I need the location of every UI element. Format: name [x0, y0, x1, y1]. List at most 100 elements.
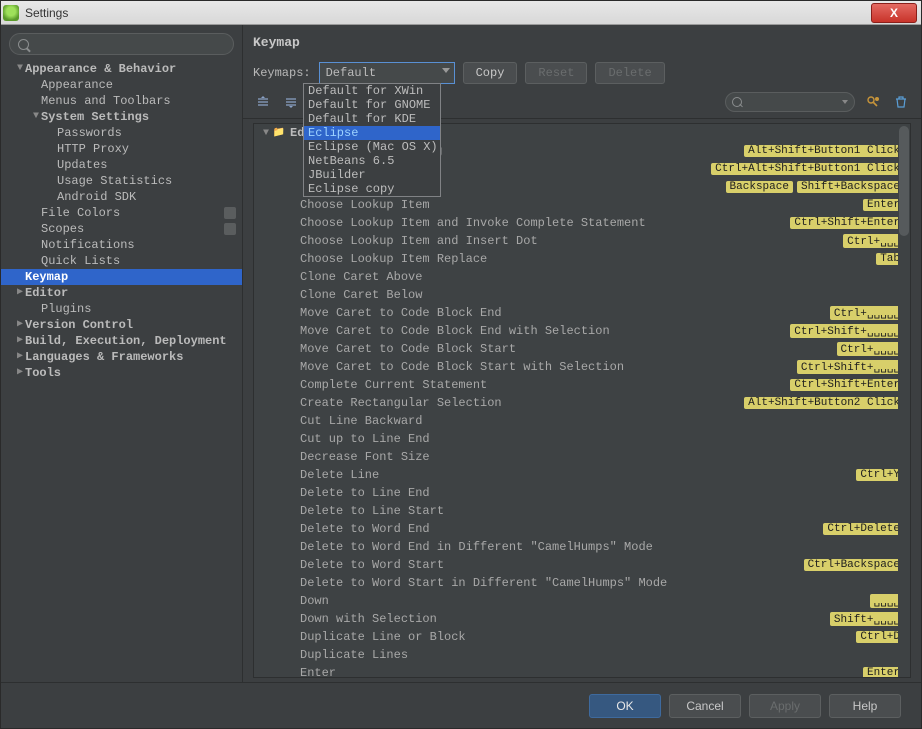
- keymap-option[interactable]: JBuilder: [304, 168, 440, 182]
- tree-arrow-icon: ▶: [15, 333, 25, 349]
- keymap-option[interactable]: Default for GNOME: [304, 98, 440, 112]
- delete-button[interactable]: Delete: [595, 62, 664, 84]
- folder-icon: 📁: [272, 126, 286, 140]
- keymap-option[interactable]: Default for KDE: [304, 112, 440, 126]
- sidebar-item-editor[interactable]: ▶Editor: [1, 285, 242, 301]
- sidebar-item-label: Keymap: [25, 269, 68, 285]
- action-name: Down: [300, 594, 866, 608]
- sidebar-item-label: Usage Statistics: [57, 173, 172, 189]
- keymap-option[interactable]: Default for XWin: [304, 84, 440, 98]
- keymap-action-row[interactable]: Delete to Word EndCtrl+Delete: [254, 520, 910, 538]
- keymap-action-row[interactable]: EnterEnter: [254, 664, 910, 678]
- keymap-action-row[interactable]: Complete Current StatementCtrl+Shift+Ent…: [254, 376, 910, 394]
- sidebar-item-notifications[interactable]: Notifications: [1, 237, 242, 253]
- sidebar-item-label: System Settings: [41, 109, 149, 125]
- keymap-search-input[interactable]: [725, 92, 855, 112]
- sidebar-item-languages-frameworks[interactable]: ▶Languages & Frameworks: [1, 349, 242, 365]
- shortcut-badge: Ctrl+Alt+Shift+Button1 Click: [711, 163, 904, 175]
- scrollbar[interactable]: [898, 124, 910, 677]
- keymap-action-row[interactable]: Choose Lookup ItemEnter: [254, 196, 910, 214]
- keymap-action-row[interactable]: Delete to Word End in Different "CamelHu…: [254, 538, 910, 556]
- keymap-action-row[interactable]: Choose Lookup Item ReplaceTab: [254, 250, 910, 268]
- keymap-action-row[interactable]: Down with SelectionShift+␣␣␣␣: [254, 610, 910, 628]
- sidebar-item-file-colors[interactable]: File Colors: [1, 205, 242, 221]
- chevron-down-icon: [842, 100, 848, 104]
- reset-button[interactable]: Reset: [525, 62, 587, 84]
- expand-all-icon[interactable]: [253, 92, 273, 112]
- keymap-action-row[interactable]: Duplicate Lines: [254, 646, 910, 664]
- action-name: Choose Lookup Item and Invoke Complete S…: [300, 216, 786, 230]
- shortcut-badge: Ctrl+␣␣␣: [843, 234, 904, 248]
- sidebar-item-appearance[interactable]: Appearance: [1, 77, 242, 93]
- sidebar-item-plugins[interactable]: Plugins: [1, 301, 242, 317]
- sidebar-item-appearance-behavior[interactable]: ▼Appearance & Behavior: [1, 61, 242, 77]
- keymap-action-row[interactable]: Cut Line Backward: [254, 412, 910, 430]
- keymap-action-row[interactable]: Cut up to Line End: [254, 430, 910, 448]
- keymap-action-row[interactable]: Delete LineCtrl+Y: [254, 466, 910, 484]
- keymaps-dropdown-list[interactable]: Default for XWinDefault for GNOMEDefault…: [303, 83, 441, 197]
- copy-button[interactable]: Copy: [463, 62, 518, 84]
- sidebar-item-menus-and-toolbars[interactable]: Menus and Toolbars: [1, 93, 242, 109]
- keymaps-combo[interactable]: Default: [319, 62, 455, 84]
- keymap-action-row[interactable]: Duplicate Line or BlockCtrl+D: [254, 628, 910, 646]
- keymap-action-row[interactable]: Move Caret to Code Block EndCtrl+␣␣␣␣␣: [254, 304, 910, 322]
- cancel-button[interactable]: Cancel: [669, 694, 741, 718]
- sidebar-item-passwords[interactable]: Passwords: [1, 125, 242, 141]
- sidebar-item-http-proxy[interactable]: HTTP Proxy: [1, 141, 242, 157]
- search-icon: [18, 39, 29, 50]
- titlebar: Settings X: [1, 1, 921, 25]
- sidebar-item-system-settings[interactable]: ▼System Settings: [1, 109, 242, 125]
- keymap-action-row[interactable]: Clone Caret Below: [254, 286, 910, 304]
- sidebar-item-usage-statistics[interactable]: Usage Statistics: [1, 173, 242, 189]
- sidebar-item-scopes[interactable]: Scopes: [1, 221, 242, 237]
- sidebar-item-label: Editor: [25, 285, 68, 301]
- action-name: Create Rectangular Selection: [300, 396, 740, 410]
- sidebar-item-keymap[interactable]: Keymap: [1, 269, 242, 285]
- collapse-all-icon[interactable]: [281, 92, 301, 112]
- keymap-action-row[interactable]: Move Caret to Code Block Start with Sele…: [254, 358, 910, 376]
- trash-icon[interactable]: [891, 92, 911, 112]
- help-button[interactable]: Help: [829, 694, 901, 718]
- keymap-option[interactable]: Eclipse: [304, 126, 440, 140]
- keymap-action-row[interactable]: Down␣␣␣␣: [254, 592, 910, 610]
- keymap-action-row[interactable]: Delete to Line End: [254, 484, 910, 502]
- keymap-action-row[interactable]: Delete to Word Start in Different "Camel…: [254, 574, 910, 592]
- action-name: Move Caret to Code Block Start: [300, 342, 833, 356]
- sidebar-item-quick-lists[interactable]: Quick Lists: [1, 253, 242, 269]
- action-name: Choose Lookup Item: [300, 198, 859, 212]
- keymap-option[interactable]: NetBeans 6.5: [304, 154, 440, 168]
- sidebar-item-build-execution-deployment[interactable]: ▶Build, Execution, Deployment: [1, 333, 242, 349]
- settings-tree[interactable]: ▼Appearance & BehaviorAppearanceMenus an…: [1, 61, 242, 682]
- sidebar-item-updates[interactable]: Updates: [1, 157, 242, 173]
- keymap-action-row[interactable]: Delete to Word StartCtrl+Backspace: [254, 556, 910, 574]
- keymap-action-row[interactable]: Delete to Line Start: [254, 502, 910, 520]
- tree-arrow-icon: ▼: [15, 61, 25, 77]
- sidebar-search-input[interactable]: [9, 33, 234, 55]
- keymap-action-row[interactable]: Move Caret to Code Block StartCtrl+␣␣␣␣: [254, 340, 910, 358]
- ok-button[interactable]: OK: [589, 694, 661, 718]
- chevron-down-icon: [442, 68, 450, 73]
- keymap-option[interactable]: Eclipse copy: [304, 182, 440, 196]
- find-by-shortcut-icon[interactable]: [863, 92, 883, 112]
- keymap-action-row[interactable]: Create Rectangular SelectionAlt+Shift+Bu…: [254, 394, 910, 412]
- window-close-button[interactable]: X: [871, 3, 917, 23]
- keymap-action-row[interactable]: Clone Caret Above: [254, 268, 910, 286]
- shortcut-badge: Shift+Backspace: [797, 181, 904, 193]
- sidebar-item-android-sdk[interactable]: Android SDK: [1, 189, 242, 205]
- scrollbar-thumb[interactable]: [899, 126, 909, 236]
- shortcut-badge: Ctrl+Backspace: [804, 559, 904, 571]
- keymap-action-row[interactable]: Choose Lookup Item and Insert DotCtrl+␣␣…: [254, 232, 910, 250]
- apply-button[interactable]: Apply: [749, 694, 821, 718]
- keymap-option[interactable]: Eclipse (Mac OS X): [304, 140, 440, 154]
- sidebar-item-version-control[interactable]: ▶Version Control: [1, 317, 242, 333]
- keymap-action-row[interactable]: Choose Lookup Item and Invoke Complete S…: [254, 214, 910, 232]
- sidebar-item-tools[interactable]: ▶Tools: [1, 365, 242, 381]
- keymap-action-row[interactable]: Move Caret to Code Block End with Select…: [254, 322, 910, 340]
- scope-tag-icon: [224, 207, 236, 219]
- keymap-action-list[interactable]: ▼📁Editor Actionsion on Mouse DragAlt+Shi…: [253, 123, 911, 678]
- keymap-action-row[interactable]: Decrease Font Size: [254, 448, 910, 466]
- sidebar-item-label: HTTP Proxy: [57, 141, 129, 157]
- settings-sidebar: ▼Appearance & BehaviorAppearanceMenus an…: [1, 25, 243, 682]
- action-name: Duplicate Lines: [300, 648, 904, 662]
- shortcut-badge: Ctrl+Shift+Enter: [790, 217, 904, 229]
